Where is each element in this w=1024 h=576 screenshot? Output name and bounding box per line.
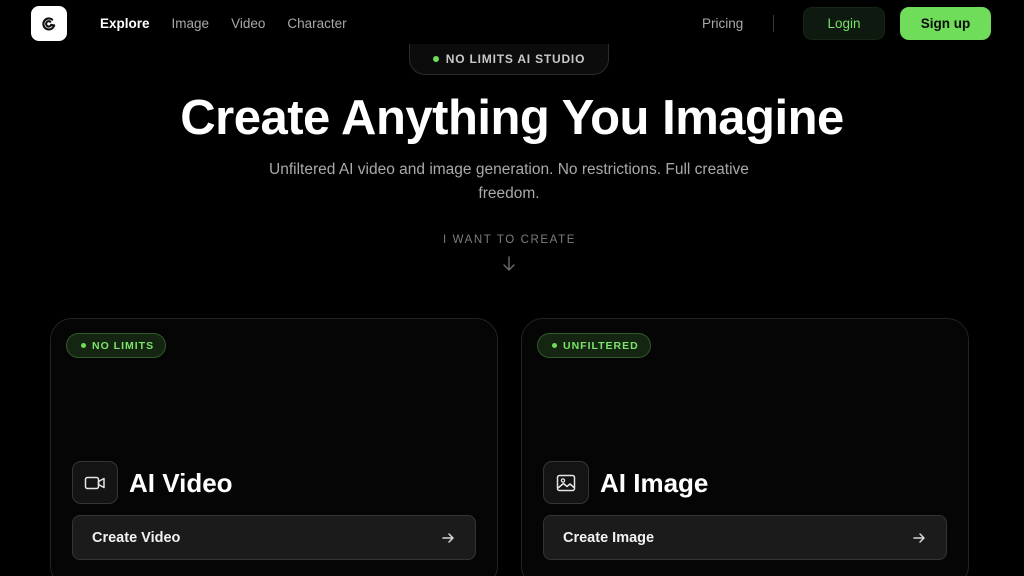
card-title: AI Image [600, 468, 709, 498]
card-title: AI Video [129, 468, 233, 498]
status-dot-icon [432, 56, 439, 62]
brand-logo[interactable] [31, 6, 67, 41]
main-nav: Explore Image Video Character [100, 15, 369, 32]
arrow-right-icon [442, 532, 454, 543]
create-prompt-label: I WANT TO CREATE [443, 234, 576, 246]
nav-link-image[interactable]: Image [172, 15, 210, 32]
hero-badge-label: NO LIMITS AI STUDIO [445, 52, 586, 66]
create-image-label: Create Image [563, 529, 655, 546]
ai-video-card[interactable]: NO LIMITS AI Video Create Video [50, 318, 498, 576]
hero-subtitle: Unfiltered AI video and image generation… [269, 161, 749, 202]
hero-badge: NO LIMITS AI STUDIO [409, 44, 609, 75]
ai-image-card[interactable]: UNFILTERED AI Image Create Image [521, 318, 969, 576]
hero-title: Create Anything You Imagine [180, 91, 844, 145]
create-image-button[interactable]: Create Image [543, 515, 947, 560]
nav-link-explore[interactable]: Explore [100, 15, 150, 32]
nav-link-video[interactable]: Video [231, 15, 265, 32]
image-icon-box [543, 461, 589, 504]
image-icon [556, 474, 576, 491]
login-button[interactable]: Login [803, 7, 885, 40]
landing-page: Explore Image Video Character Pricing Lo… [0, 0, 1024, 576]
create-video-label: Create Video [92, 529, 181, 546]
status-dot-icon [552, 343, 557, 348]
nav-link-character[interactable]: Character [287, 15, 346, 32]
nav-link-pricing[interactable]: Pricing [702, 15, 743, 32]
arrow-right-icon [913, 532, 925, 543]
video-icon-box [72, 461, 118, 504]
card-badge-label: NO LIMITS [92, 339, 155, 352]
card-badge-label: UNFILTERED [563, 339, 639, 352]
video-camera-icon [84, 476, 105, 489]
create-video-button[interactable]: Create Video [72, 515, 476, 560]
card-badge: NO LIMITS [66, 333, 167, 358]
card-badge: UNFILTERED [537, 333, 651, 358]
brand-logo-icon [42, 16, 56, 30]
signup-button[interactable]: Sign up [900, 7, 991, 40]
nav-divider [773, 15, 774, 32]
arrow-down-icon [503, 256, 515, 271]
status-dot-icon [81, 343, 86, 348]
